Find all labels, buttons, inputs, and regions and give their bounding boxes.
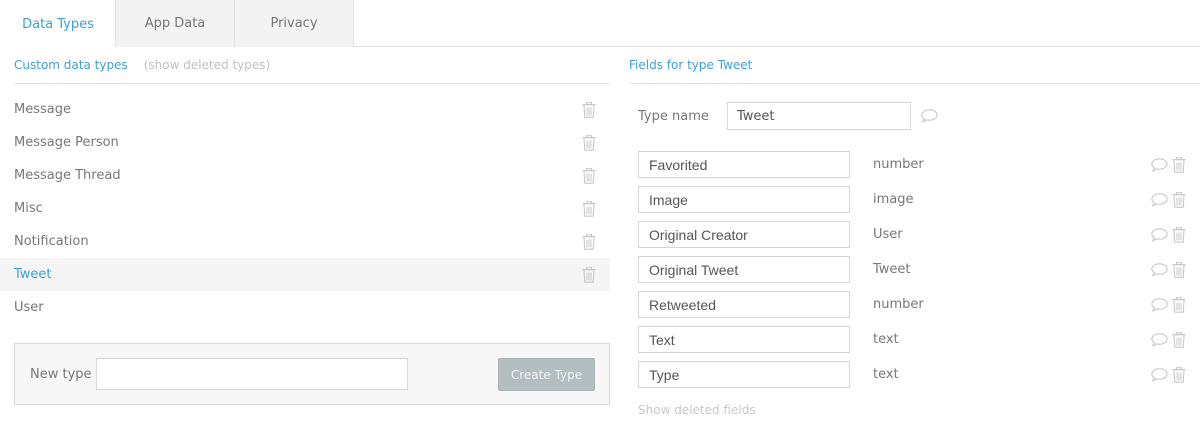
field-actions — [1151, 366, 1186, 383]
type-item-label: Message Person — [14, 135, 119, 150]
field-name-input[interactable] — [638, 326, 850, 353]
fields-panel: Fields for type Tweet Type name number i… — [629, 47, 1200, 417]
type-item-label: Notification — [14, 234, 89, 249]
comment-icon[interactable] — [1151, 227, 1168, 242]
field-name-input[interactable] — [638, 221, 850, 248]
field-row-retweeted: number — [638, 287, 1186, 322]
field-type: number — [873, 157, 924, 172]
tab-privacy[interactable]: Privacy — [234, 0, 354, 47]
type-item-tweet[interactable]: Tweet — [0, 258, 610, 291]
create-type-button[interactable]: Create Type — [498, 358, 595, 391]
trash-icon[interactable] — [1172, 331, 1186, 348]
field-name-input[interactable] — [638, 151, 850, 178]
trash-icon[interactable] — [582, 134, 596, 151]
field-actions — [1151, 226, 1186, 243]
comment-icon[interactable] — [921, 109, 938, 123]
field-type: Tweet — [873, 262, 911, 277]
trash-icon[interactable] — [582, 101, 596, 118]
comment-icon[interactable] — [1151, 192, 1168, 207]
trash-icon[interactable] — [1172, 366, 1186, 383]
tab-bar: Data Types App Data Privacy — [0, 0, 1200, 48]
fields-title: Fields for type Tweet — [629, 58, 753, 72]
field-row-favorited: number — [638, 147, 1186, 182]
comment-icon[interactable] — [1151, 367, 1168, 382]
show-deleted-types-link[interactable]: (show deleted types) — [144, 58, 271, 72]
field-actions — [1151, 296, 1186, 313]
field-name-input[interactable] — [638, 361, 850, 388]
field-actions — [1151, 156, 1186, 173]
field-row-original-creator: User — [638, 217, 1186, 252]
field-actions — [1151, 261, 1186, 278]
custom-types-panel: Custom data types (show deleted types) M… — [0, 47, 610, 405]
trash-icon[interactable] — [1172, 156, 1186, 173]
field-type: text — [873, 367, 899, 382]
new-type-label: New type — [30, 366, 92, 382]
comment-icon[interactable] — [1151, 297, 1168, 312]
field-name-input[interactable] — [638, 291, 850, 318]
type-name-label: Type name — [638, 108, 709, 124]
field-name-input[interactable] — [638, 256, 850, 283]
fields-header: Fields for type Tweet — [629, 47, 1200, 84]
type-list: Message Message Person Message Thread Mi… — [0, 93, 610, 324]
tab-app-data[interactable]: App Data — [115, 0, 235, 47]
new-type-input[interactable] — [96, 358, 408, 390]
custom-types-header: Custom data types (show deleted types) — [14, 47, 610, 84]
type-item-notification[interactable]: Notification — [14, 225, 610, 258]
comment-icon[interactable] — [1151, 262, 1168, 277]
field-actions — [1151, 331, 1186, 348]
type-item-message[interactable]: Message — [14, 93, 610, 126]
comment-icon[interactable] — [1151, 332, 1168, 347]
type-item-message-person[interactable]: Message Person — [14, 126, 610, 159]
type-item-label: Message Thread — [14, 168, 121, 183]
trash-icon[interactable] — [582, 167, 596, 184]
field-row-original-tweet: Tweet — [638, 252, 1186, 287]
tab-data-types[interactable]: Data Types — [0, 0, 116, 48]
field-row-type: text — [638, 357, 1186, 392]
custom-types-title: Custom data types — [14, 58, 128, 72]
type-item-label: Tweet — [14, 267, 52, 282]
field-type: User — [873, 227, 903, 242]
field-type: number — [873, 297, 924, 312]
comment-icon[interactable] — [1151, 157, 1168, 172]
trash-icon[interactable] — [582, 233, 596, 250]
type-name-row: Type name — [638, 102, 938, 130]
new-type-form: New type Create Type — [14, 343, 610, 405]
type-name-input[interactable] — [727, 102, 911, 130]
trash-icon[interactable] — [1172, 191, 1186, 208]
type-item-message-thread[interactable]: Message Thread — [14, 159, 610, 192]
field-actions — [1151, 191, 1186, 208]
type-item-label: Misc — [14, 201, 43, 216]
field-row-text: text — [638, 322, 1186, 357]
type-item-label: User — [14, 300, 44, 315]
field-list: number image User Tweet — [638, 147, 1186, 392]
trash-icon[interactable] — [582, 200, 596, 217]
type-item-user[interactable]: User — [14, 291, 610, 324]
field-type: image — [873, 192, 914, 207]
type-item-label: Message — [14, 102, 71, 117]
field-row-image: image — [638, 182, 1186, 217]
show-deleted-fields-link[interactable]: Show deleted fields — [638, 403, 756, 417]
field-name-input[interactable] — [638, 186, 850, 213]
type-item-misc[interactable]: Misc — [14, 192, 610, 225]
trash-icon[interactable] — [1172, 226, 1186, 243]
field-type: text — [873, 332, 899, 347]
trash-icon[interactable] — [582, 266, 596, 283]
trash-icon[interactable] — [1172, 261, 1186, 278]
trash-icon[interactable] — [1172, 296, 1186, 313]
